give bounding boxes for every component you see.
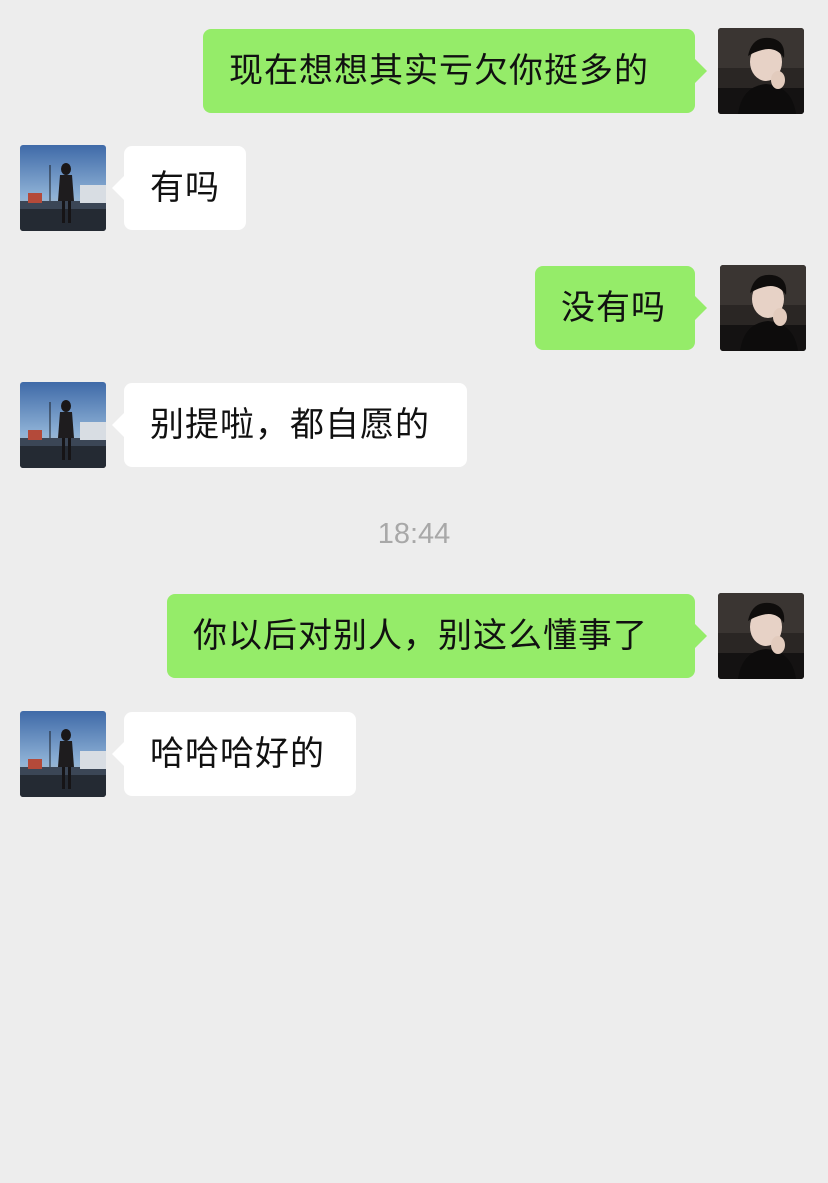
message-text: 有吗 [150,168,220,208]
self-avatar-image [720,265,806,351]
message-bubble-received[interactable]: 别提啦，都自愿的 [112,383,467,467]
message-bubble-received[interactable]: 哈哈哈好的 [112,712,356,796]
message-text: 没有吗 [561,288,666,328]
contact-avatar-image [20,145,106,231]
message-bubble-sent[interactable]: 现在想想其实亏欠你挺多的 [203,29,707,113]
message-bubble-sent[interactable]: 没有吗 [535,266,707,350]
message-timestamp: 18:44 [377,518,451,550]
self-avatar-image [718,593,804,679]
contact-avatar-image [20,711,106,797]
message-text: 现在想想其实亏欠你挺多的 [229,51,649,91]
contact-avatar-image [20,382,106,468]
self-avatar[interactable] [718,28,804,114]
message-text: 别提啦，都自愿的 [150,405,430,445]
self-avatar[interactable] [720,265,806,351]
message-text: 哈哈哈好的 [150,734,325,774]
message-bubble-received[interactable]: 有吗 [112,146,246,230]
message-text: 你以后对别人，别这么懂事了 [193,616,648,656]
self-avatar-image [718,28,804,114]
contact-avatar[interactable] [20,711,106,797]
contact-avatar[interactable] [20,382,106,468]
self-avatar[interactable] [718,593,804,679]
contact-avatar[interactable] [20,145,106,231]
message-bubble-sent[interactable]: 你以后对别人，别这么懂事了 [167,594,707,678]
